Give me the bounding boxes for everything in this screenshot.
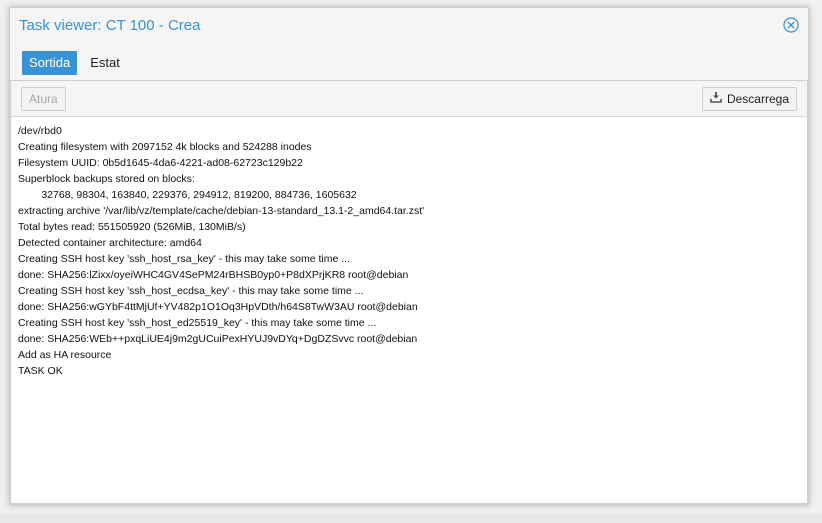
log-line: TASK OK <box>18 365 63 377</box>
background-strip <box>0 513 822 523</box>
download-label: Descarrega <box>726 92 789 106</box>
log-line: Creating SSH host key 'ssh_host_ecdsa_ke… <box>18 285 364 297</box>
download-icon <box>710 88 722 110</box>
task-log: /dev/rbd0 Creating filesystem with 20971… <box>18 123 800 499</box>
log-line: /dev/rbd0 <box>18 125 62 137</box>
stop-button[interactable]: Atura <box>21 87 66 111</box>
log-line: Detected container architecture: amd64 <box>18 237 202 249</box>
log-line: Total bytes read: 551505920 (526MiB, 130… <box>18 221 246 233</box>
log-line: Add as HA resource <box>18 349 112 361</box>
output-panel: Atura Descarrega /dev/rbd0 Creating file… <box>10 80 808 504</box>
tab-output[interactable]: Sortida <box>22 51 78 75</box>
log-line: Creating filesystem with 2097152 4k bloc… <box>18 141 312 153</box>
log-line: done: SHA256:wGYbF4ttMjUf+YV482p1O1Oq3Hp… <box>18 301 418 313</box>
task-viewer-window: Task viewer: CT 100 - Crea Sortida Estat… <box>9 7 809 505</box>
log-line: Filesystem UUID: 0b5d1645-4da6-4221-ad08… <box>18 157 303 169</box>
window-titlebar[interactable]: Task viewer: CT 100 - Crea <box>10 8 808 44</box>
close-icon[interactable] <box>783 17 799 33</box>
log-line: 32768, 98304, 163840, 229376, 294912, 81… <box>18 189 357 201</box>
window-title: Task viewer: CT 100 - Crea <box>19 17 201 34</box>
tab-bar: Sortida Estat <box>22 51 127 75</box>
output-toolbar: Atura Descarrega <box>11 81 807 117</box>
log-line: Creating SSH host key 'ssh_host_rsa_key'… <box>18 253 350 265</box>
tab-status[interactable]: Estat <box>83 51 127 75</box>
log-line: Creating SSH host key 'ssh_host_ed25519_… <box>18 317 377 329</box>
log-line: extracting archive '/var/lib/vz/template… <box>18 205 425 217</box>
log-line: done: SHA256:WEb++pxqLiUE4j9m2gUCuiPexHY… <box>18 333 418 345</box>
log-line: Superblock backups stored on blocks: <box>18 173 195 185</box>
log-line: done: SHA256:lZixx/oyeiWHC4GV4SePM24rBHS… <box>18 269 409 281</box>
download-button[interactable]: Descarrega <box>701 87 797 111</box>
